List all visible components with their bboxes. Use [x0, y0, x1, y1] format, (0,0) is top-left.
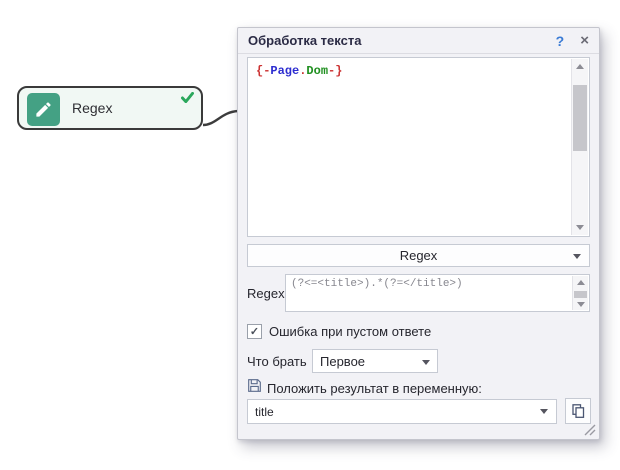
copy-button[interactable] — [565, 398, 591, 424]
scrollbar-thumb[interactable] — [573, 85, 587, 151]
text-processing-dialog: Обработка текста ? × {-Page.Dom-} Regex … — [237, 27, 600, 440]
save-result-row: Положить результат в переменную: — [247, 380, 482, 396]
scroll-up-icon[interactable] — [573, 276, 588, 288]
dialog-header: Обработка текста ? × — [238, 28, 599, 54]
regex-scrollbar[interactable] — [572, 276, 588, 310]
take-dropdown[interactable]: Первое — [312, 349, 438, 373]
dialog-title: Обработка текста — [248, 33, 556, 48]
variable-combobox[interactable] — [247, 399, 557, 424]
scroll-down-icon[interactable] — [573, 298, 588, 310]
copy-icon — [570, 403, 586, 419]
save-result-label: Положить результат в переменную: — [267, 381, 482, 396]
node-label: Regex — [72, 88, 112, 128]
error-on-empty-checkbox[interactable]: ✓ Ошибка при пустом ответе — [247, 323, 431, 339]
checkbox-checked-icon[interactable]: ✓ — [247, 324, 262, 339]
scrollbar-thumb[interactable] — [574, 291, 587, 298]
source-text-area[interactable]: {-Page.Dom-} — [247, 57, 590, 237]
scroll-down-icon[interactable] — [572, 220, 588, 235]
mode-value: Regex — [400, 248, 438, 263]
help-icon[interactable]: ? — [556, 33, 565, 49]
take-label: Что брать — [247, 349, 307, 373]
macro-close: -} — [328, 64, 342, 78]
regex-value: (?<=<title>).*(?=</title>) — [291, 278, 569, 290]
regex-input[interactable]: (?<=<title>).*(?=</title>) — [285, 274, 590, 312]
regex-node[interactable]: Regex — [17, 86, 203, 130]
chevron-down-icon — [540, 409, 548, 414]
macro-text: {-Page.Dom-} — [256, 64, 342, 78]
workspace: Regex Обработка текста ? × {-Page.Dom-} … — [0, 0, 620, 470]
chevron-down-icon — [422, 360, 430, 365]
macro-object: Page — [270, 64, 299, 78]
scroll-up-icon[interactable] — [572, 59, 588, 74]
pencil-icon — [27, 93, 60, 126]
success-check-icon — [181, 92, 194, 103]
macro-open: {- — [256, 64, 270, 78]
variable-input[interactable] — [248, 405, 540, 419]
mode-dropdown[interactable]: Regex — [247, 244, 590, 267]
take-value: Первое — [320, 354, 365, 369]
regex-label: Regex — [247, 274, 285, 312]
resize-grip[interactable] — [584, 424, 596, 436]
vertical-scrollbar[interactable] — [571, 59, 588, 235]
macro-method: Dom — [306, 64, 328, 78]
close-icon[interactable]: × — [580, 33, 589, 48]
checkbox-label: Ошибка при пустом ответе — [269, 324, 431, 339]
save-icon — [247, 378, 262, 398]
chevron-down-icon — [573, 254, 581, 259]
